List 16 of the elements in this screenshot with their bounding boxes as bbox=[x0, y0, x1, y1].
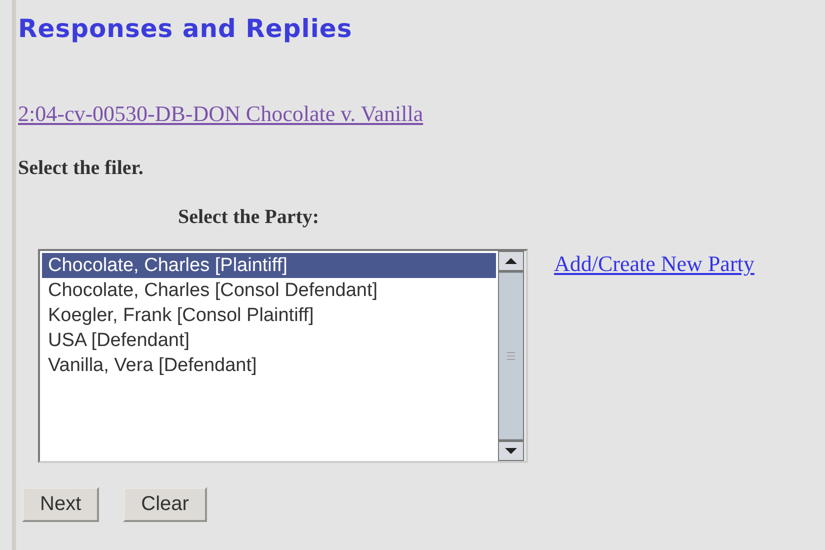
scrollbar-thumb[interactable] bbox=[498, 271, 524, 441]
add-party-link[interactable]: Add/Create New Party bbox=[554, 251, 754, 277]
party-option[interactable]: Koegler, Frank [Consol Plaintiff] bbox=[42, 303, 496, 328]
party-option[interactable]: Chocolate, Charles [Plaintiff] bbox=[42, 253, 496, 278]
form-button[interactable]: Clear bbox=[123, 487, 207, 522]
instruction-text: Select the filer. bbox=[18, 157, 144, 180]
scroll-down-icon[interactable] bbox=[498, 441, 524, 461]
party-option[interactable]: Vanilla, Vera [Defendant] bbox=[42, 353, 496, 378]
party-listbox[interactable]: Chocolate, Charles [Plaintiff] Chocolate, Charles [Consol Defendant] Koegler, Frank [Consol Plaintiff] USA [Defendant] Vanilla, Vera [Defendant] bbox=[38, 249, 528, 463]
party-option[interactable]: USA [Defendant] bbox=[42, 328, 496, 353]
case-link[interactable]: 2:04-cv-00530-DB-DON Chocolate v. Vanilla bbox=[18, 101, 424, 127]
party-option[interactable]: Chocolate, Charles [Consol Defendant] bbox=[42, 278, 496, 303]
form-button[interactable]: Next bbox=[22, 487, 100, 522]
party-label: Select the Party: bbox=[178, 206, 320, 229]
scroll-up-icon[interactable] bbox=[498, 251, 524, 271]
page-title: Responses and Replies bbox=[18, 13, 354, 43]
